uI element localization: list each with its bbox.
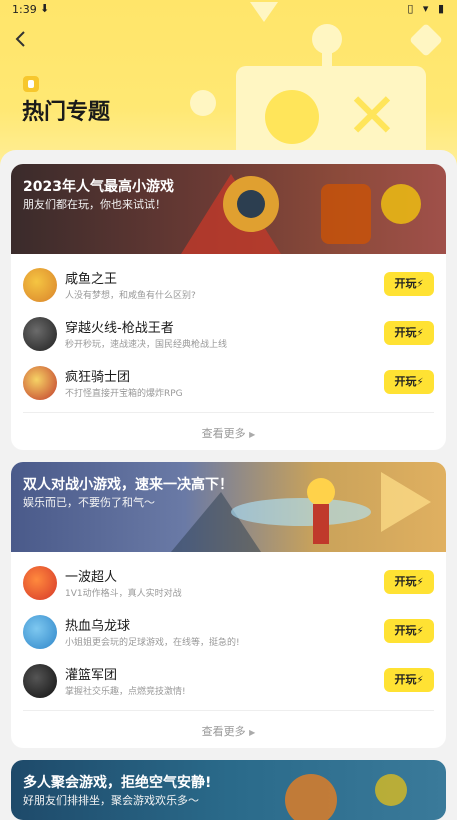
- status-time: 1:39: [12, 3, 37, 16]
- game-description: 人没有梦想，和咸鱼有什么区别?: [65, 291, 196, 301]
- game-name: 疯狂骑士团: [65, 370, 131, 385]
- topic-icon: [23, 76, 39, 92]
- banner-illustration: [181, 174, 421, 254]
- status-bar: 1:39 ⬇ ▯ ▾ ▮: [0, 0, 457, 20]
- topic-card-3: 多人聚会游戏，拒绝空气安静! 好朋友们排排坐，聚会游戏欢乐多～: [11, 760, 446, 820]
- game-description: 不打怪直接开宝箱的爆炸RPG: [65, 389, 183, 399]
- game-row[interactable]: 灌篮军团 掌握社交乐趣，点燃竞技激情! 开玩⚡: [11, 658, 446, 702]
- download-icon: ⬇: [40, 2, 50, 15]
- game-name: 穿越火线-枪战王者: [65, 321, 174, 336]
- divider: [23, 412, 434, 413]
- lightning-icon: ⚡: [416, 328, 424, 339]
- play-button-label: 开玩: [394, 277, 417, 290]
- topic-subtitle: 好朋友们排排坐，聚会游戏欢乐多～: [23, 794, 199, 807]
- see-more-label: 查看更多: [201, 725, 246, 738]
- play-button[interactable]: 开玩⚡: [384, 272, 434, 296]
- banner-illustration: [285, 774, 407, 820]
- game-row[interactable]: 咸鱼之王 人没有梦想，和咸鱼有什么区别? 开玩⚡: [11, 262, 446, 306]
- game-name: 咸鱼之王: [65, 272, 118, 287]
- lightning-icon: ⚡: [416, 279, 424, 290]
- divider: [23, 710, 434, 711]
- game-avatar: [23, 566, 57, 600]
- topic-banner[interactable]: 双人对战小游戏，速来一决高下！ 娱乐而已，不要伤了和气～: [11, 462, 446, 552]
- see-more-link[interactable]: 查看更多 ▶: [11, 425, 446, 441]
- topic-subtitle: 娱乐而已，不要伤了和气～: [23, 496, 155, 509]
- play-button[interactable]: 开玩⚡: [384, 570, 434, 594]
- play-button-label: 开玩: [394, 326, 417, 339]
- play-button[interactable]: 开玩⚡: [384, 668, 434, 692]
- play-button[interactable]: 开玩⚡: [384, 370, 434, 394]
- game-description: 1V1动作格斗，真人实时对战: [65, 589, 182, 599]
- topic-title: 2023年人气最高小游戏: [23, 179, 174, 195]
- topic-card-1: 2023年人气最高小游戏 朋友们都在玩，你也来试试！ 咸鱼之王 人没有梦想，和咸…: [11, 164, 446, 450]
- chevron-left-icon: [15, 31, 25, 47]
- topic-subtitle: 朋友们都在玩，你也来试试！: [23, 198, 166, 211]
- triangle-right-icon: ▶: [249, 430, 256, 439]
- robot-x-eye: ✕: [346, 79, 398, 152]
- game-row[interactable]: 穿越火线-枪战王者 秒开秒玩，速战速决，国民经典枪战上线 开玩⚡: [11, 311, 446, 355]
- game-avatar: [23, 268, 57, 302]
- play-button-label: 开玩: [394, 673, 417, 686]
- play-button[interactable]: 开玩⚡: [384, 619, 434, 643]
- content-area: 2023年人气最高小游戏 朋友们都在玩，你也来试试！ 咸鱼之王 人没有梦想，和咸…: [0, 150, 457, 820]
- play-button[interactable]: 开玩⚡: [384, 321, 434, 345]
- play-button-label: 开玩: [394, 575, 417, 588]
- triangle-right-icon: ▶: [249, 728, 256, 737]
- topic-title: 多人聚会游戏，拒绝空气安静!: [23, 775, 212, 791]
- game-name: 灌篮军团: [65, 668, 118, 683]
- game-description: 小姐姐更会玩的足球游戏，在线等，挺急的!: [65, 638, 240, 648]
- decorative-dot: [190, 90, 216, 116]
- game-name: 热血乌龙球: [65, 619, 131, 634]
- see-more-label: 查看更多: [201, 427, 246, 440]
- lightning-icon: ⚡: [416, 577, 424, 588]
- game-avatar: [23, 615, 57, 649]
- topic-card-2: 双人对战小游戏，速来一决高下！ 娱乐而已，不要伤了和气～ 一波超人 1V1动作格…: [11, 462, 446, 748]
- topic-banner[interactable]: 2023年人气最高小游戏 朋友们都在玩，你也来试试！: [11, 164, 446, 254]
- lightning-icon: ⚡: [416, 377, 424, 388]
- status-icons: ▯ ▾ ▮: [407, 2, 447, 15]
- back-button[interactable]: [10, 28, 32, 50]
- game-avatar: [23, 366, 57, 400]
- game-avatar: [23, 664, 57, 698]
- topic-title: 双人对战小游戏，速来一决高下！: [23, 477, 233, 493]
- see-more-link[interactable]: 查看更多 ▶: [11, 723, 446, 739]
- robot-eye: [265, 90, 319, 144]
- game-name: 一波超人: [65, 570, 118, 585]
- play-button-label: 开玩: [394, 624, 417, 637]
- game-avatar: [23, 317, 57, 351]
- game-description: 掌握社交乐趣，点燃竞技激情!: [65, 687, 186, 697]
- lightning-icon: ⚡: [416, 626, 424, 637]
- decorative-diamond: [409, 23, 443, 57]
- topic-banner[interactable]: 多人聚会游戏，拒绝空气安静! 好朋友们排排坐，聚会游戏欢乐多～: [11, 760, 446, 820]
- game-row[interactable]: 疯狂骑士团 不打怪直接开宝箱的爆炸RPG 开玩⚡: [11, 360, 446, 404]
- page-title: 热门专题: [22, 100, 111, 125]
- play-button-label: 开玩: [394, 375, 417, 388]
- game-row[interactable]: 热血乌龙球 小姐姐更会玩的足球游戏，在线等，挺急的! 开玩⚡: [11, 609, 446, 653]
- game-row[interactable]: 一波超人 1V1动作格斗，真人实时对战 开玩⚡: [11, 560, 446, 604]
- game-description: 秒开秒玩，速战速决，国民经典枪战上线: [65, 340, 228, 350]
- lightning-icon: ⚡: [416, 675, 424, 686]
